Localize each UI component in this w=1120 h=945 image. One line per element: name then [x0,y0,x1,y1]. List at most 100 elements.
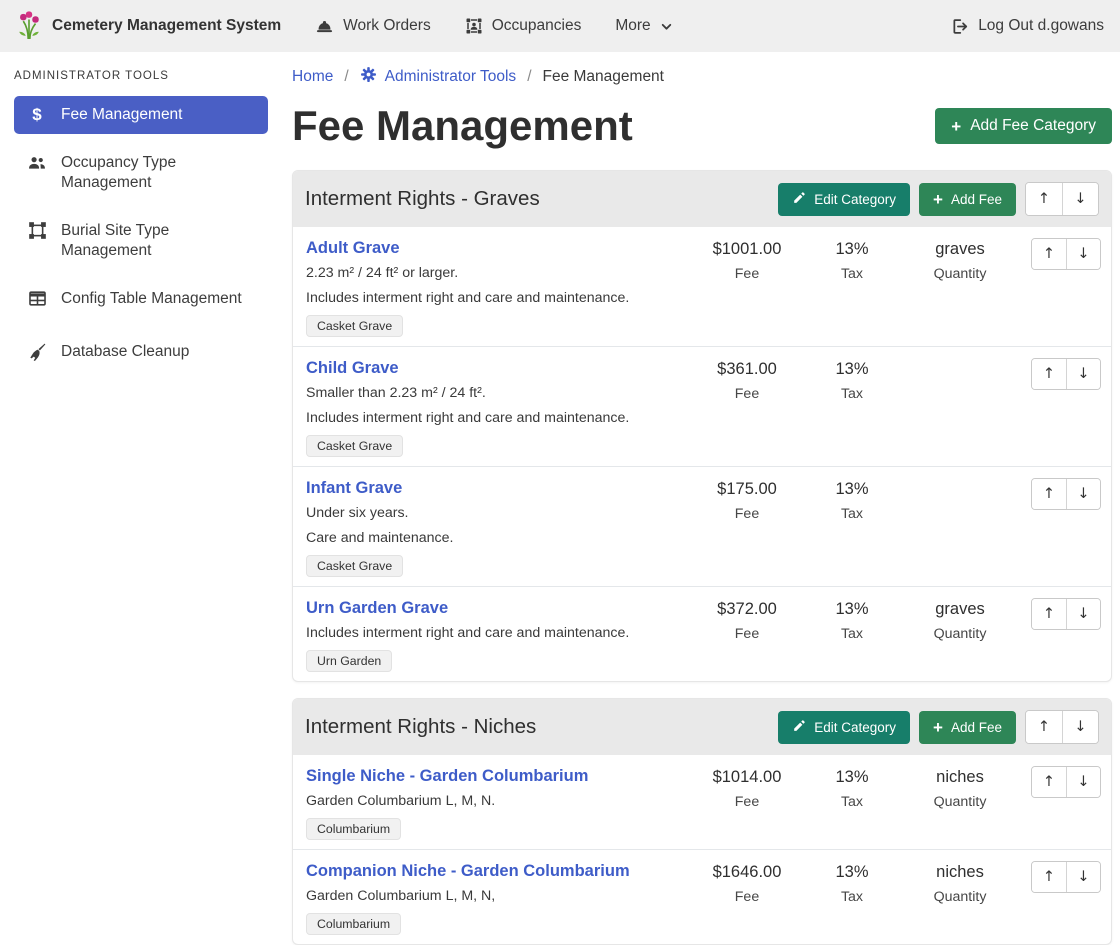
fee-info: Single Niche - Garden Columbarium Garden… [306,766,691,840]
fee-tax: 13% [803,359,901,379]
plus-icon: + [951,118,961,135]
fee-amount-column: $1014.00 Fee [691,766,803,810]
add-fee-category-button[interactable]: + Add Fee Category [935,108,1112,144]
fee-name-link[interactable]: Child Grave [306,358,399,378]
move-fee-down-button[interactable]: ↓ [1066,239,1100,269]
fee-name-link[interactable]: Companion Niche - Garden Columbarium [306,861,630,881]
breadcrumb-current: Fee Management [543,68,665,86]
fee-quantity: graves [901,239,1019,259]
fee-quantity-label: Quantity [901,266,1019,282]
breadcrumb-separator: / [344,68,348,86]
sidebar-heading: ADMINISTRATOR TOOLS [14,70,268,82]
fee-quantity-label: Quantity [901,889,1019,905]
move-category-up-button[interactable]: ↑ [1026,711,1062,743]
move-fee-up-button[interactable]: ↑ [1032,767,1066,797]
nav-item-occupancies[interactable]: Occupancies [465,17,582,35]
fee-description: Includes interment right and care and ma… [306,289,685,308]
table-icon [26,289,48,314]
fee-quantity-column: niches Quantity [901,861,1019,905]
plus-icon: + [933,719,943,736]
fee-description: Includes interment right and care and ma… [306,624,685,643]
category-reorder-group: ↑ ↓ [1025,182,1099,216]
top-navbar: Cemetery Management System Work Orders [0,0,1120,52]
move-fee-up-button[interactable]: ↑ [1032,239,1066,269]
logout-link[interactable]: Log Out d.gowans [950,17,1104,36]
fee-amount-label: Fee [691,266,803,282]
fee-tag: Columbarium [306,818,401,840]
fee-amount-column: $1646.00 Fee [691,861,803,905]
fee-tax-column: 13% Tax [803,478,901,522]
fee-tax: 13% [803,862,901,882]
fee-quantity-column: niches Quantity [901,766,1019,810]
move-category-down-button[interactable]: ↓ [1062,183,1098,215]
plus-icon: + [933,191,943,208]
category-actions: Edit Category + Add Fee ↑ ↓ [778,182,1099,216]
move-fee-up-button[interactable]: ↑ [1032,479,1066,509]
fee-tax: 13% [803,479,901,499]
fee-amount-column: $372.00 Fee [691,598,803,642]
move-fee-down-button[interactable]: ↓ [1066,479,1100,509]
move-fee-up-button[interactable]: ↑ [1032,862,1066,892]
sidebar-item-config-table-management[interactable]: Config Table Management [14,280,268,323]
fee-reorder-group: ↑ ↓ [1031,861,1101,893]
fee-tax: 13% [803,239,901,259]
fee-name-link[interactable]: Single Niche - Garden Columbarium [306,766,588,786]
fee-category-card: Interment Rights - Niches Edit Category … [292,698,1112,945]
move-fee-up-button[interactable]: ↑ [1032,599,1066,629]
add-fee-button[interactable]: + Add Fee [919,711,1016,744]
fee-name-link[interactable]: Adult Grave [306,238,400,258]
sidebar-item-label: Fee Management [61,105,183,125]
fee-name-link[interactable]: Infant Grave [306,478,402,498]
fee-tax-label: Tax [803,889,901,905]
breadcrumb-home-link[interactable]: Home [292,68,333,86]
fee-amount: $361.00 [691,359,803,379]
add-fee-button[interactable]: + Add Fee [919,183,1016,216]
sidebar: ADMINISTRATOR TOOLS $ Fee Management Occ… [0,52,280,939]
fee-amount-label: Fee [691,889,803,905]
move-fee-down-button[interactable]: ↓ [1066,767,1100,797]
fee-amount: $1001.00 [691,239,803,259]
add-fee-label: Add Fee [951,720,1002,735]
pencil-icon [792,191,806,208]
move-category-down-button[interactable]: ↓ [1062,711,1098,743]
fee-quantity: graves [901,599,1019,619]
category-title: Interment Rights - Graves [305,187,540,211]
dollar-icon: $ [26,105,48,125]
fee-quantity-column [901,358,1019,366]
sidebar-item-label: Occupancy Type Management [61,153,258,193]
fee-tax-label: Tax [803,626,901,642]
app-title: Cemetery Management System [52,17,281,35]
brand-link[interactable]: Cemetery Management System [16,11,281,41]
move-fee-down-button[interactable]: ↓ [1066,862,1100,892]
sidebar-item-label: Burial Site Type Management [61,221,258,261]
move-category-up-button[interactable]: ↑ [1026,183,1062,215]
fee-amount-column: $361.00 Fee [691,358,803,402]
sidebar-item-occupancy-type-management[interactable]: Occupancy Type Management [14,144,268,202]
nav-item-label: More [615,17,650,35]
category-header: Interment Rights - Graves Edit Category … [293,171,1111,227]
tulip-logo-icon [16,11,42,41]
move-fee-up-button[interactable]: ↑ [1032,359,1066,389]
nav-item-more[interactable]: More [615,17,672,35]
nav-item-work-orders[interactable]: Work Orders [315,17,431,36]
move-fee-down-button[interactable]: ↓ [1066,599,1100,629]
sidebar-item-burial-site-type-management[interactable]: Burial Site Type Management [14,212,268,270]
fee-quantity-label: Quantity [901,626,1019,642]
fee-tax-label: Tax [803,506,901,522]
edit-category-button[interactable]: Edit Category [778,183,910,216]
fee-amount: $1014.00 [691,767,803,787]
fee-category-card: Interment Rights - Graves Edit Category … [292,170,1112,682]
fee-name-link[interactable]: Urn Garden Grave [306,598,448,618]
vector-square-icon [26,221,48,246]
breadcrumb-admin-tools-link[interactable]: Administrator Tools [360,66,517,88]
nav-item-label: Occupancies [492,17,582,35]
fee-amount: $175.00 [691,479,803,499]
fee-tag: Casket Grave [306,315,403,337]
sidebar-item-database-cleanup[interactable]: Database Cleanup [14,333,268,377]
page-header: Fee Management + Add Fee Category [292,102,1112,150]
move-fee-down-button[interactable]: ↓ [1066,359,1100,389]
category-actions: Edit Category + Add Fee ↑ ↓ [778,710,1099,744]
edit-category-button[interactable]: Edit Category [778,711,910,744]
hard-hat-icon [315,17,334,36]
sidebar-item-fee-management[interactable]: $ Fee Management [14,96,268,134]
